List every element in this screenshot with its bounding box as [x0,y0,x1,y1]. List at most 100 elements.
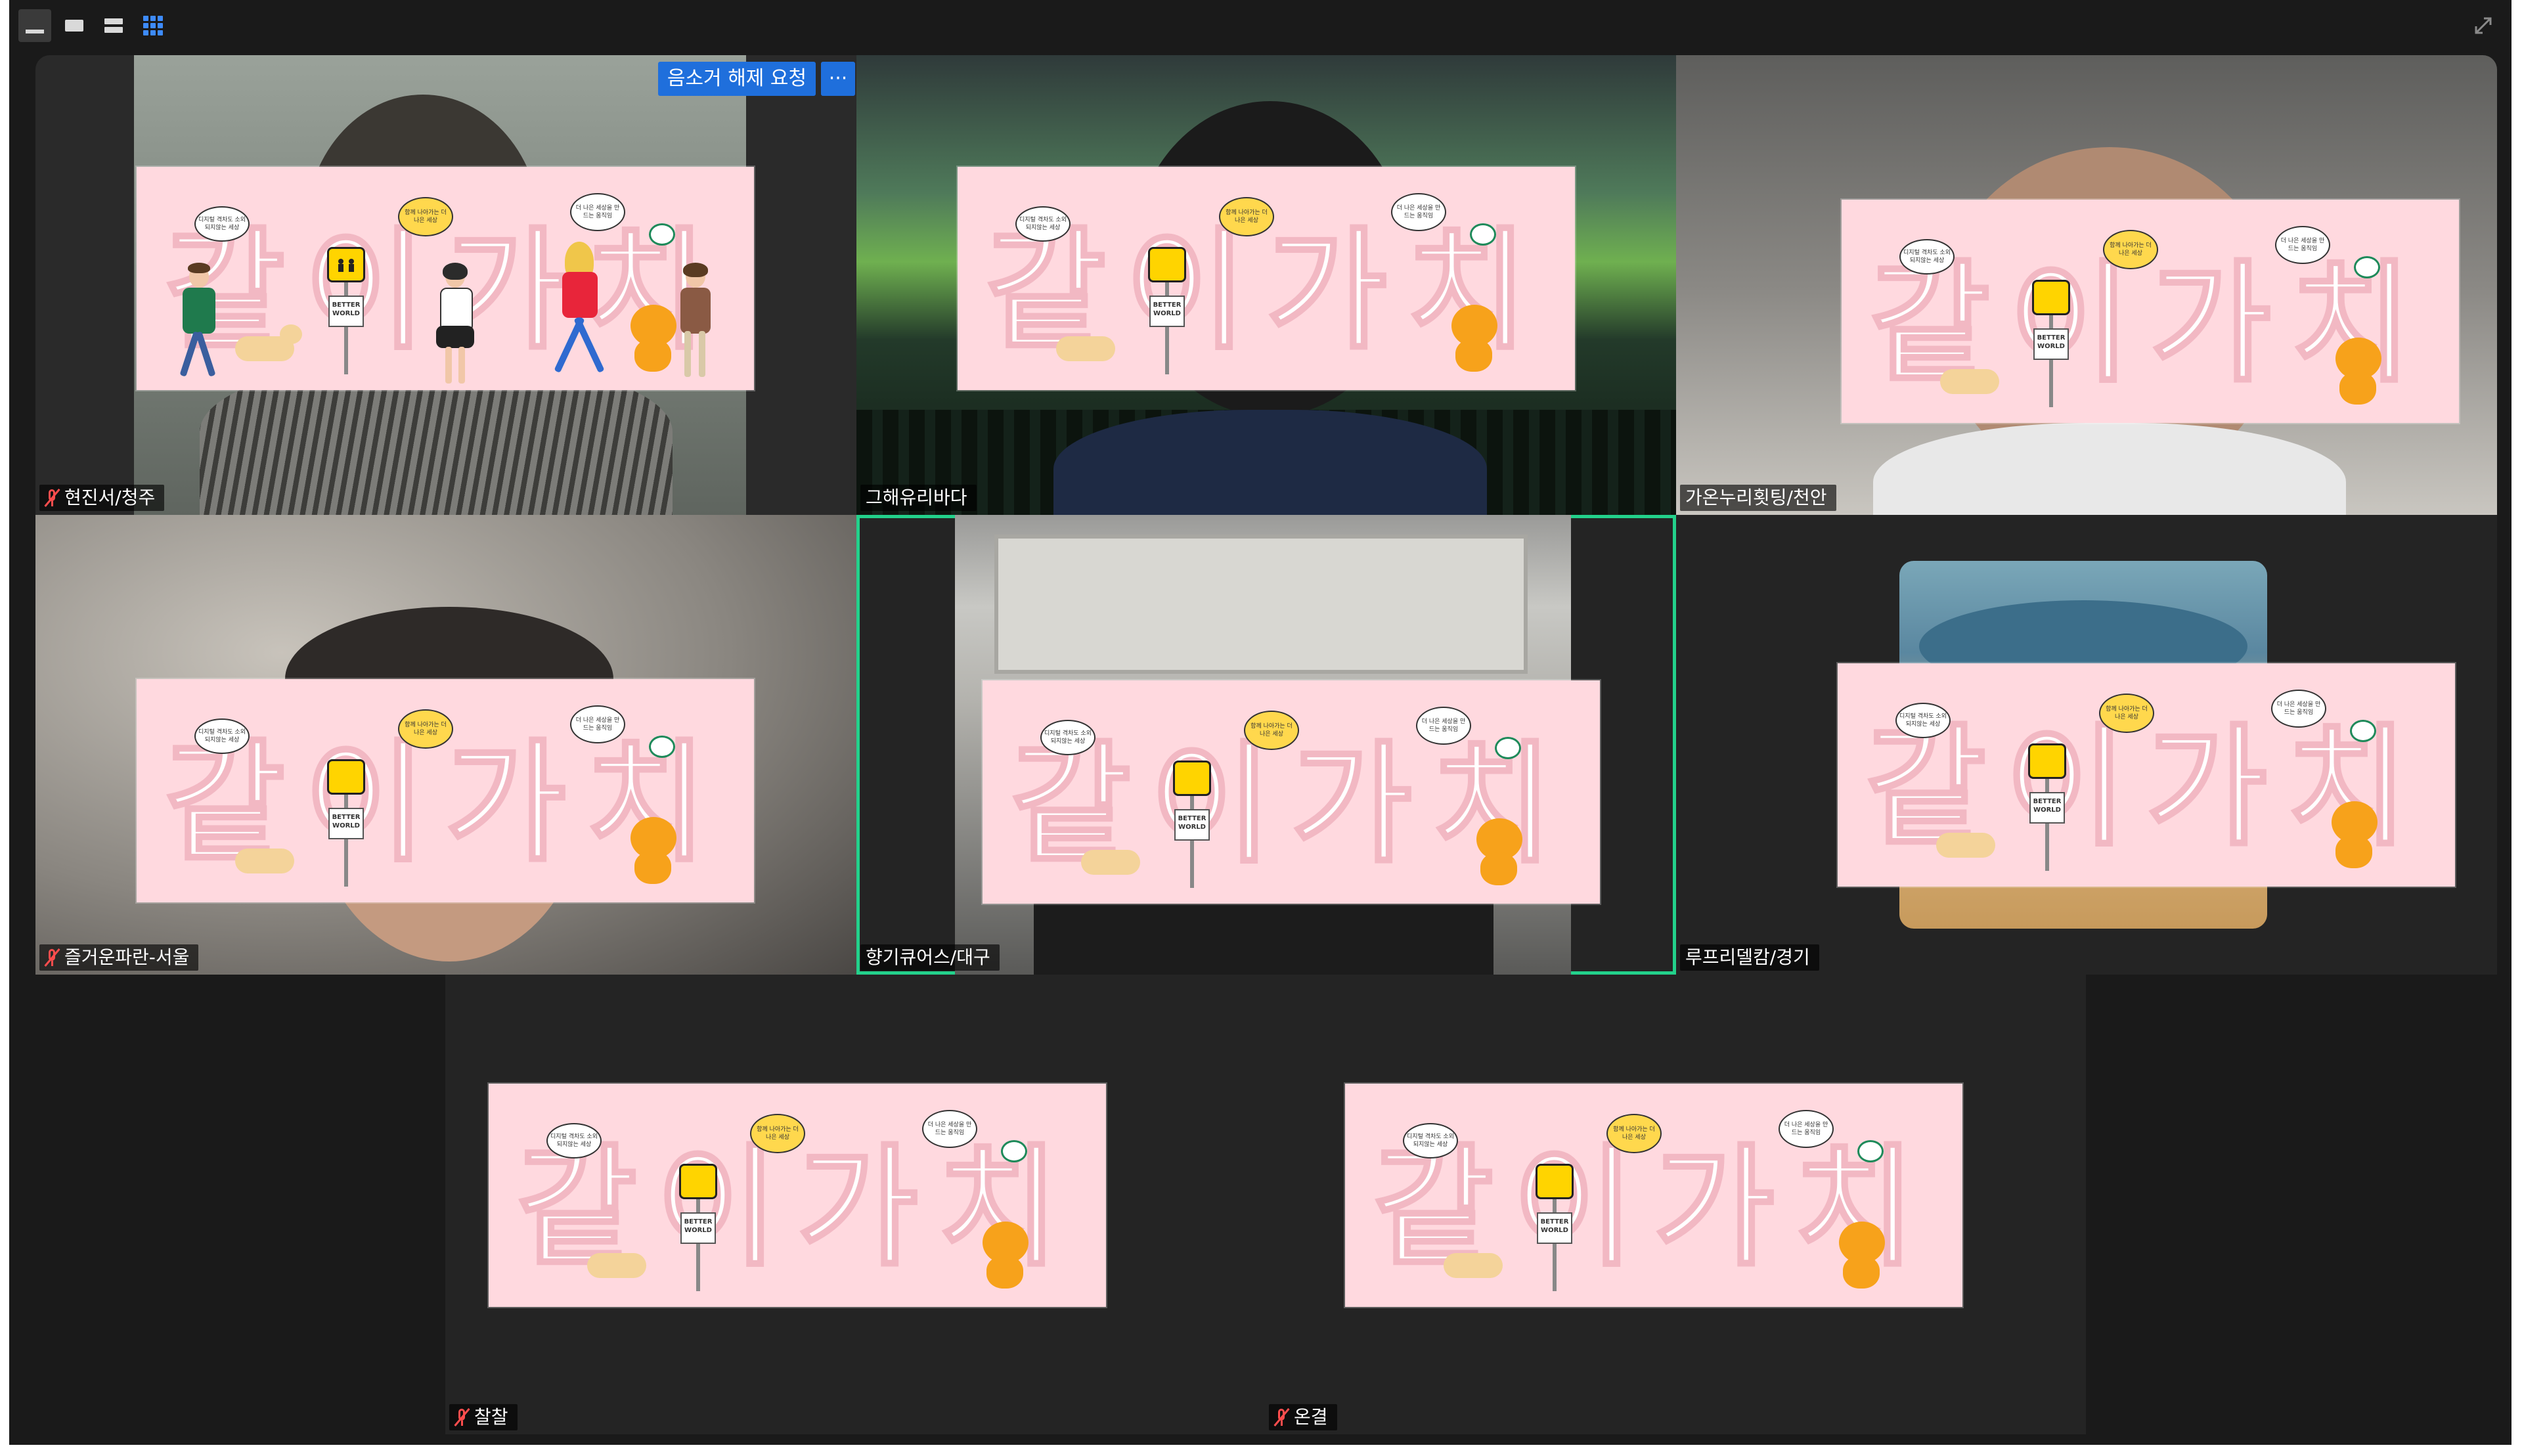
speech-bubble: 더 나은 세상을 만드는 움직임 [1416,707,1471,745]
participant-name-tag: 향기큐어스/대구 [860,944,1000,971]
participant-tile-3[interactable]: 같이가치 디지털 격차도 소외되지않는 세상 함께 나아가는 더 나은 세상 더… [1676,55,2497,515]
scale-icon [649,736,675,758]
speech-bubble: 함께 나아가는 더 나은 세상 [398,709,453,749]
dog-illustration [1081,850,1140,875]
meeting-window: 같이가치 디지털 격차도 소외되지않는 세상 함께 나아가는 더 나은 세상 더… [9,0,2511,1445]
participant-tile-6[interactable]: 같이가치 디지털 격차도 소외되지않는 세상 함께 나아가는 더 나은 세상 더… [1676,515,2497,975]
mic-muted-icon [454,1407,470,1427]
dog-illustration [1444,1253,1503,1278]
gallery-view-button[interactable] [137,9,169,42]
banner-image: 같이가치 디지털 격차도 소외되지않는 세상 함께 나아가는 더 나은 세상 더… [1345,1084,1962,1307]
participant-name-tag: 현진서/청주 [39,485,165,511]
speech-bubble: 더 나은 세상을 만드는 움직임 [570,705,625,743]
minimize-icon [26,30,44,33]
participant-tile-8[interactable]: 같이가치 디지털 격차도 소외되지않는 세상 함께 나아가는 더 나은 세상 더… [1265,975,2086,1434]
banner-image: 같이가치 디지털 격차도 소외되지않는 세상 함께 나아가는 더 나은 세상 더… [983,680,1600,904]
participant-name-tag: 그해유리바다 [860,485,977,511]
dog-illustration [587,1253,646,1278]
banner-image: 같이가치 디지털 격차도 소외되지않는 세상 함께 나아가는 더 나은 세상 더… [1842,200,2459,423]
scale-icon [2354,256,2380,278]
participant-name: 찰찰 [474,1406,508,1428]
scale-icon [649,223,675,246]
sign-icon [327,247,365,282]
speech-bubble: 함께 나아가는 더 나은 세상 [1219,197,1274,236]
scale-icon [1495,737,1521,759]
participant-tile-5[interactable]: 같이가치 디지털 격차도 소외되지않는 세상 함께 나아가는 더 나은 세상 더… [856,515,1676,975]
sign-icon [327,759,365,795]
participant-name-tag: 찰찰 [449,1404,518,1430]
minimize-button[interactable] [18,9,51,42]
participant-name-tag: 온결 [1269,1404,1337,1430]
banner-image: 같이가치 디지털 격차도 소외되지않는 세상 함께 나아가는 더 나은 세상 더… [1838,663,2455,887]
banner-image: 같이가치 디지털 격차도 소외되지않는 세상 함께 나아가는 더 나은 세상 더… [137,679,754,902]
dog-illustration [1940,369,1999,394]
participant-name-tag: 가온누리횟팅/천안 [1680,485,1836,511]
participant-name: 온결 [1294,1406,1328,1428]
speech-bubble: 함께 나아가는 더 나은 세상 [1606,1114,1662,1153]
speech-bubble: 디지털 격차도 소외되지않는 세상 [194,206,250,242]
sign-icon [2032,280,2070,315]
speech-bubble: 함께 나아가는 더 나은 세상 [2103,230,2158,269]
speech-bubble: 디지털 격차도 소외되지않는 세상 [1040,720,1095,755]
strip-view-button[interactable] [97,9,130,42]
participant-tile-7[interactable]: 같이가치 디지털 격차도 소외되지않는 세상 함께 나아가는 더 나은 세상 더… [445,975,1265,1434]
sign-plate: BETTER WORLD [1174,809,1210,841]
speech-bubble: 디지털 격차도 소외되지않는 세상 [1895,703,1951,738]
participant-name: 가온누리횟팅/천안 [1685,487,1827,508]
fullscreen-icon [2475,17,2492,34]
stack-icon [104,18,123,33]
participant-name-tag: 루프리델캄/경기 [1680,944,1819,971]
participant-tile-1[interactable]: 같이가치 디지털 격차도 소외되지않는 세상 함께 나아가는 더 나은 세상 더… [35,55,856,515]
scale-icon [1857,1140,1884,1162]
banner-image: 같이가치 디지털 격차도 소외되지않는 세상 함께 나아가는 더 나은 세상 더… [137,167,754,390]
view-toolbar [9,0,2511,53]
scale-icon [2350,720,2376,742]
sign-icon [1148,247,1186,282]
speech-bubble: 더 나은 세상을 만드는 움직임 [2271,690,2326,728]
participant-name: 그해유리바다 [866,487,967,508]
speaker-view-button[interactable] [58,9,91,42]
sign-plate: BETTER WORLD [680,1212,716,1244]
scale-icon [1001,1140,1027,1162]
speech-bubble: 더 나은 세상을 만드는 움직임 [922,1110,977,1148]
sign-plate: BETTER WORLD [2033,328,2069,360]
speech-bubble: 디지털 격차도 소외되지않는 세상 [1015,206,1071,242]
window-icon [65,20,83,32]
speech-bubble: 함께 나아가는 더 나은 세상 [1244,711,1299,750]
banner-image: 같이가치 디지털 격차도 소외되지않는 세상 함께 나아가는 더 나은 세상 더… [489,1084,1106,1307]
sign-icon [1536,1164,1574,1199]
fullscreen-button[interactable] [2467,9,2500,42]
speech-bubble: 함께 나아가는 더 나은 세상 [2099,694,2154,733]
sign-plate: BETTER WORLD [1537,1212,1572,1244]
speech-bubble: 더 나은 세상을 만드는 움직임 [1391,193,1446,231]
speech-bubble: 디지털 격차도 소외되지않는 세상 [546,1123,602,1158]
speech-bubble: 더 나은 세상을 만드는 움직임 [570,193,625,231]
mic-muted-icon [44,948,60,967]
speech-bubble: 더 나은 세상을 만드는 움직임 [2275,226,2330,264]
more-options-button[interactable]: ··· [821,62,855,96]
ask-to-unmute-button[interactable]: 음소거 해제 요청 [658,62,816,96]
speech-bubble: 디지털 격차도 소외되지않는 세상 [1403,1123,1458,1158]
speech-bubble: 디지털 격차도 소외되지않는 세상 [194,718,250,754]
speech-bubble: 더 나은 세상을 만드는 움직임 [1779,1110,1834,1148]
sign-icon [2028,743,2066,779]
sign-plate: BETTER WORLD [1149,296,1185,327]
participant-name: 현진서/청주 [64,487,156,508]
banner-image: 같이가치 디지털 격차도 소외되지않는 세상 함께 나아가는 더 나은 세상 더… [958,167,1575,390]
mic-muted-icon [1273,1407,1290,1427]
participant-tile-2[interactable]: 같이가치 디지털 격차도 소외되지않는 세상 함께 나아가는 더 나은 세상 더… [856,55,1676,515]
speech-bubble: 함께 나아가는 더 나은 세상 [398,197,453,236]
dog-illustration [1056,336,1115,361]
participant-name: 즐거운파란-서울 [64,946,190,968]
dog-illustration [1936,833,1995,858]
participant-tile-4[interactable]: 같이가치 디지털 격차도 소외되지않는 세상 함께 나아가는 더 나은 세상 더… [35,515,856,975]
speech-bubble: 함께 나아가는 더 나은 세상 [750,1114,805,1153]
sign-plate: BETTER WORLD [2029,792,2065,824]
sign-plate: BETTER WORLD [328,296,364,327]
participant-name: 루프리델캄/경기 [1685,946,1810,968]
grid-icon [143,16,163,35]
sign-icon [679,1164,717,1199]
participant-name: 향기큐어스/대구 [866,946,990,968]
speech-bubble: 디지털 격차도 소외되지않는 세상 [1899,239,1955,275]
sign-icon [1173,761,1211,796]
